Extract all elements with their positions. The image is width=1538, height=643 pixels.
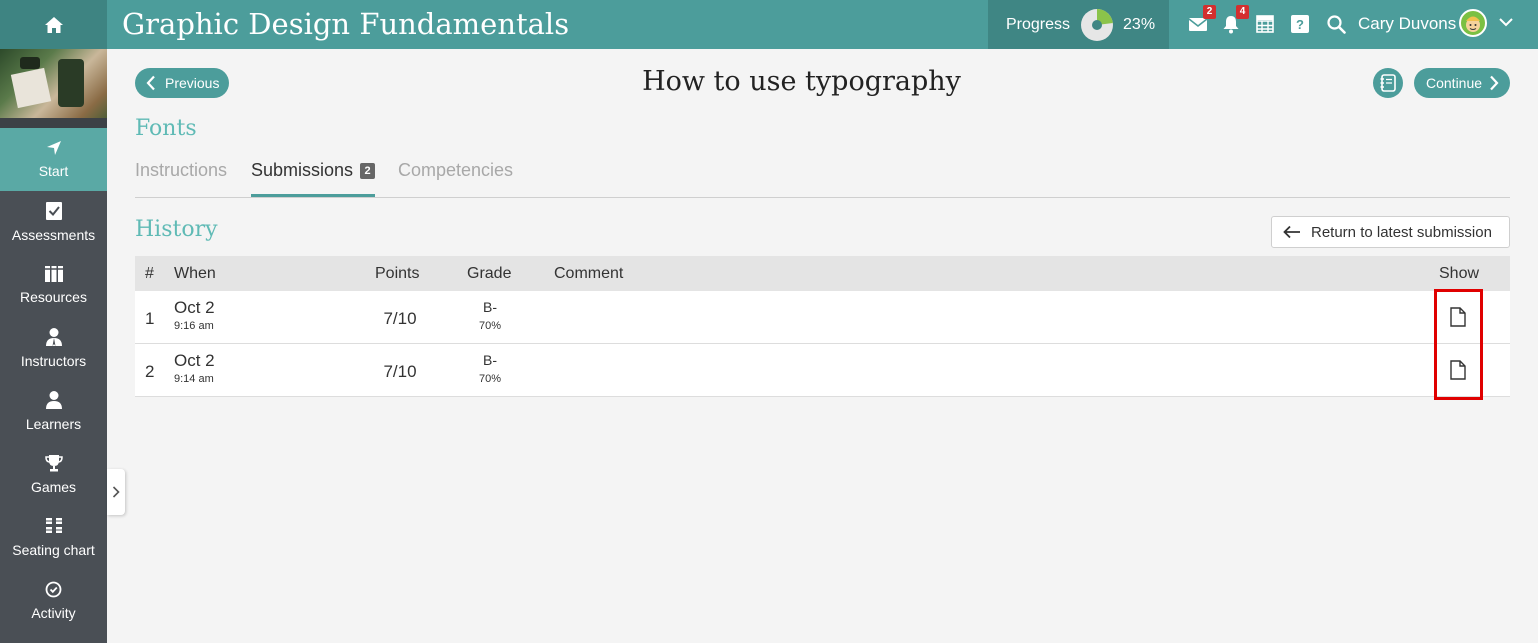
home-button[interactable]	[0, 0, 107, 49]
row-percent: 70%	[478, 373, 502, 385]
calendar-icon	[1256, 15, 1274, 33]
row-grade: B-	[483, 299, 497, 315]
row-percent: 70%	[478, 320, 502, 332]
column-header-comment: Comment	[554, 265, 624, 282]
messages-badge: 2	[1203, 5, 1216, 19]
sidebar-item-games[interactable]: Games	[0, 443, 107, 506]
progress-label: Progress	[1006, 15, 1071, 33]
row-number: 1	[145, 309, 155, 328]
course-title: Graphic Design Fundamentals	[122, 7, 570, 41]
svg-text:?: ?	[1296, 17, 1304, 32]
home-icon	[44, 16, 63, 33]
user-name[interactable]: Cary Duvons	[1358, 14, 1456, 34]
table-row: 1 Oct 2 9:16 am 7/10 B- 70%	[135, 291, 1510, 344]
tab-label: Competencies	[398, 160, 514, 180]
sidebar-item-label: Instructors	[20, 353, 87, 369]
sidebar-item-instructors[interactable]: Instructors	[0, 317, 107, 380]
sidebar-item-label: Seating chart	[12, 542, 95, 558]
search-icon	[1326, 14, 1346, 34]
submissions-count-badge: 2	[360, 163, 376, 179]
top-bar: Graphic Design Fundamentals Progress 23%…	[0, 0, 1538, 49]
user-icon	[45, 391, 62, 409]
tab-label: Instructions	[135, 160, 228, 180]
row-date: Oct 2	[174, 298, 215, 317]
progress-pie-icon	[1081, 8, 1114, 41]
continue-button[interactable]: Continue	[1414, 68, 1510, 98]
table-header: # When Points Grade Comment Show	[135, 256, 1510, 291]
sidebar-item-learners[interactable]: Learners	[0, 380, 107, 443]
row-date: Oct 2	[174, 351, 215, 370]
row-time: 9:14 am	[174, 373, 214, 385]
messages-button[interactable]: 2	[1186, 5, 1216, 36]
notifications-button[interactable]: 4	[1219, 5, 1249, 36]
notifications-badge: 4	[1236, 5, 1249, 19]
continue-label: Continue	[1426, 75, 1483, 91]
chevron-down-icon[interactable]	[1498, 14, 1514, 30]
table-row: 2 Oct 2 9:14 am 7/10 B- 70%	[135, 344, 1510, 397]
checklist-icon	[45, 202, 62, 220]
sidebar-toggle-button[interactable]	[107, 469, 125, 515]
row-time: 9:16 am	[174, 320, 214, 332]
sidebar-item-label: Resources	[20, 289, 87, 305]
tab-instructions[interactable]: Instructions	[135, 160, 227, 197]
sidebar-item-label: Start	[38, 163, 69, 179]
instructor-icon	[45, 328, 62, 346]
return-to-latest-button[interactable]: Return to latest submission	[1271, 216, 1510, 248]
avatar[interactable]	[1459, 9, 1487, 37]
tab-submissions[interactable]: Submissions 2	[251, 160, 376, 197]
sidebar-item-label: Learners	[25, 416, 82, 432]
column-header-grade: Grade	[467, 265, 512, 282]
tab-competencies[interactable]: Competencies	[398, 160, 513, 197]
sidebar-item-assessments[interactable]: Assessments	[0, 191, 107, 254]
row-points: 7/10	[383, 309, 417, 328]
seating-icon	[45, 518, 62, 533]
show-column-highlight-box	[1434, 289, 1483, 400]
trophy-icon	[44, 455, 63, 472]
books-icon	[44, 266, 63, 282]
sidebar-item-activity[interactable]: Activity	[0, 569, 107, 632]
calendar-button[interactable]	[1253, 12, 1277, 36]
row-number: 2	[145, 362, 155, 381]
chevron-right-icon	[1490, 75, 1499, 91]
clock-icon	[45, 581, 62, 597]
return-label: Return to latest submission	[1311, 223, 1492, 241]
progress-value: 23%	[1123, 15, 1156, 33]
column-header-when: When	[174, 265, 216, 282]
sidebar-item-seating-chart[interactable]: Seating chart	[0, 506, 107, 569]
sidebar-item-resources[interactable]: Resources	[0, 254, 107, 317]
history-title: History	[135, 217, 218, 242]
notebook-button[interactable]	[1373, 68, 1403, 98]
column-header-num: #	[145, 265, 154, 282]
column-header-show: Show	[1439, 265, 1480, 282]
navigate-arrow-icon	[46, 141, 61, 155]
notebook-icon	[1380, 74, 1396, 92]
search-button[interactable]	[1324, 12, 1348, 36]
help-button[interactable]: ?	[1288, 12, 1312, 36]
progress-indicator[interactable]: Progress 23%	[988, 0, 1169, 49]
tab-bar: Instructions Submissions 2 Competencies	[135, 157, 1510, 198]
sidebar-item-label: Games	[30, 479, 77, 495]
help-icon: ?	[1291, 15, 1309, 33]
sidebar: Start Assessments Resources Instructors …	[0, 49, 107, 643]
chevron-right-icon	[112, 486, 120, 498]
page-title: How to use typography	[642, 66, 961, 97]
arrow-left-icon	[1283, 225, 1300, 239]
sidebar-item-label: Assessments	[11, 227, 96, 243]
section-title: Fonts	[135, 116, 197, 141]
tab-label: Submissions	[251, 160, 354, 180]
row-grade: B-	[483, 352, 497, 368]
column-header-points: Points	[375, 265, 420, 282]
avatar-face-icon	[1466, 16, 1480, 32]
row-points: 7/10	[383, 362, 417, 381]
sidebar-item-label: Activity	[31, 604, 76, 621]
sidebar-item-start[interactable]: Start	[0, 128, 107, 191]
history-table: # When Points Grade Comment Show 1 Oct 2…	[135, 256, 1510, 397]
